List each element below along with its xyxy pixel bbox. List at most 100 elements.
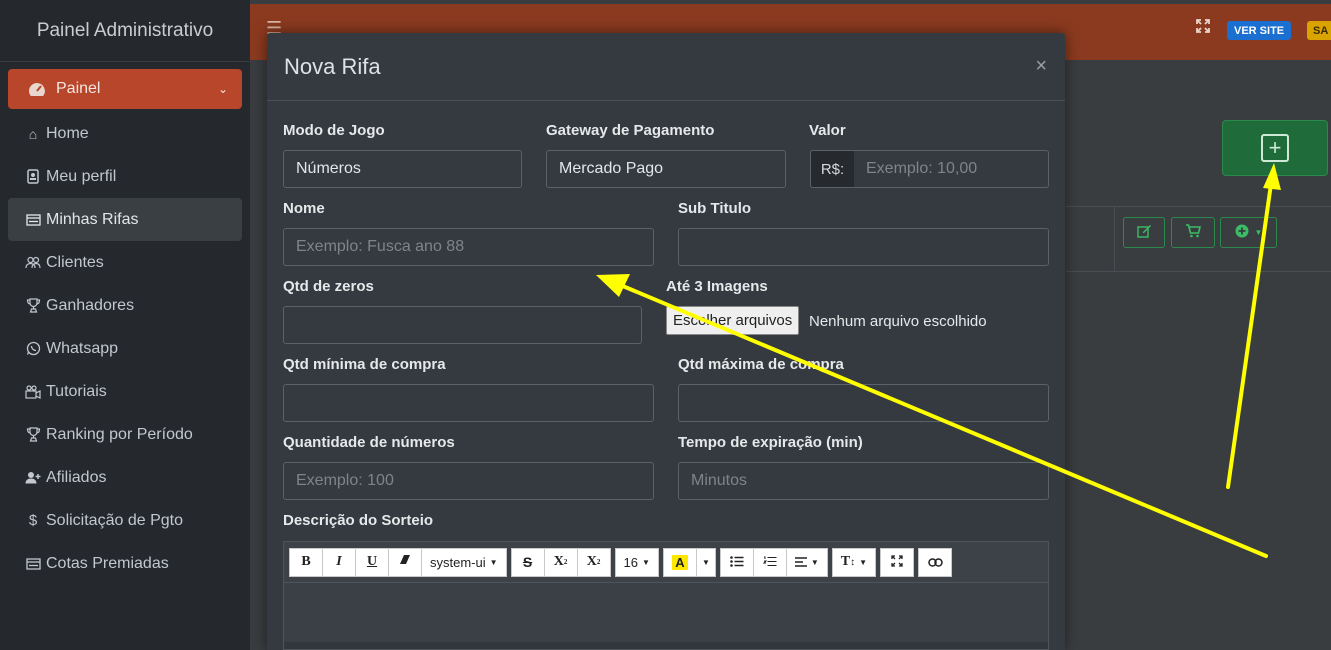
qtd-maxima-input[interactable] <box>678 384 1049 422</box>
sidebar-item-ganhadores[interactable]: Ganhadores <box>8 284 242 327</box>
caret-down-icon: ▼ <box>489 557 498 567</box>
view-group <box>880 547 915 577</box>
user-plus-icon <box>24 471 42 484</box>
sidebar-item-whatsapp[interactable]: Whatsapp <box>8 327 242 370</box>
sub-titulo-input[interactable] <box>678 228 1049 266</box>
tempo-expiracao-input[interactable]: Minutos <box>678 462 1049 500</box>
rich-text-editor: B I U system-ui ▼ S X2 X2 16 ▼ A ▼ ▼ T ↕… <box>283 541 1049 650</box>
font-size-dropdown[interactable]: 16 ▼ <box>614 547 659 577</box>
sidebar-item-label: Cotas Premiadas <box>46 554 169 572</box>
sidebar-item-cotas-premiadas[interactable]: Cotas Premiadas <box>8 542 242 585</box>
file-status-text: Nenhum arquivo escolhido <box>809 313 987 330</box>
superscript-mark: 2 <box>563 558 568 566</box>
gateway-select[interactable]: Mercado Pago <box>546 150 786 188</box>
ver-site-button[interactable]: VER SITE <box>1227 21 1292 40</box>
qtd-minima-label: Qtd mínima de compra <box>283 356 446 373</box>
chevron-down-icon: ⌄ <box>217 82 228 96</box>
editor-resize-bar[interactable] <box>284 642 1048 649</box>
sidebar-item-label: Afiliados <box>46 468 107 486</box>
caret-down-icon: ▼ <box>701 557 710 567</box>
valor-input[interactable]: Exemplo: 10,00 <box>854 150 1049 188</box>
modo-de-jogo-select[interactable]: Números <box>283 150 522 188</box>
nome-input[interactable]: Exemplo: Fusca ano 88 <box>283 228 654 266</box>
size-group: 16 ▼ <box>614 547 659 577</box>
modo-de-jogo-label: Modo de Jogo <box>283 122 385 139</box>
modal-title: Nova Rifa <box>284 53 381 79</box>
line-height-dropdown[interactable]: T ↕ ▼ <box>831 547 877 577</box>
sidebar-item-label: Tutoriais <box>46 382 107 400</box>
sidebar-item-label: Meu perfil <box>46 167 117 185</box>
sidebar-item-tutoriais[interactable]: Tutoriais <box>8 370 242 413</box>
highlight-color-button[interactable]: A <box>662 547 697 577</box>
sa-button[interactable]: SA <box>1307 21 1331 40</box>
italic-button[interactable]: I <box>322 547 356 577</box>
sidebar-item-painel[interactable]: Painel ⌄ <box>8 69 242 109</box>
align-dropdown[interactable]: ▼ <box>785 547 828 577</box>
insert-link-button[interactable] <box>918 547 953 577</box>
sidebar-item-home[interactable]: ⌂ Home <box>8 112 242 155</box>
ordered-list-button[interactable] <box>752 547 787 577</box>
unordered-list-button[interactable] <box>719 547 754 577</box>
edit-button[interactable] <box>1123 217 1165 248</box>
superscript-label: X <box>553 554 564 569</box>
fullscreen-icon[interactable] <box>1196 19 1210 38</box>
sidebar-nav: Painel ⌄ ⌂ Home Meu perfil Minhas Rifas … <box>0 62 250 592</box>
sidebar: Painel Administrativo Painel ⌄ ⌂ Home Me… <box>0 0 250 650</box>
font-family-value: system-ui <box>430 554 486 570</box>
choose-files-button[interactable]: Escolher arquivos <box>666 306 800 335</box>
nome-label: Nome <box>283 200 325 217</box>
underline-button[interactable]: U <box>355 547 389 577</box>
sidebar-item-label: Painel <box>56 80 101 97</box>
font-family-dropdown[interactable]: system-ui ▼ <box>421 547 507 577</box>
sidebar-item-label: Ranking por Período <box>46 425 193 443</box>
strikethrough-button[interactable]: S <box>510 547 545 577</box>
quantidade-numeros-input[interactable]: Exemplo: 100 <box>283 462 654 500</box>
fullscreen-button[interactable] <box>880 547 915 577</box>
valor-label: Valor <box>809 122 846 139</box>
whatsapp-icon <box>24 341 42 356</box>
sidebar-item-minhas-rifas[interactable]: Minhas Rifas <box>8 198 242 241</box>
sidebar-item-clientes[interactable]: Clientes <box>8 241 242 284</box>
list-ul-icon <box>730 555 744 570</box>
trophy-icon <box>24 298 42 313</box>
list-icon <box>24 213 42 226</box>
plus-square-icon: + <box>1261 134 1289 162</box>
tachometer-icon <box>26 81 48 97</box>
line-height-label: T <box>840 554 851 569</box>
superscript-button[interactable]: X2 <box>543 547 578 577</box>
link-icon <box>927 555 943 570</box>
sidebar-item-ranking[interactable]: Ranking por Período <box>8 413 242 456</box>
currency-addon: R$: <box>810 150 855 188</box>
highlight-label: A <box>672 554 688 570</box>
paragraph-group: ▼ <box>719 547 828 577</box>
sidebar-item-solicitacao-pgto[interactable]: $ Solicitação de Pgto <box>8 499 242 542</box>
sidebar-item-meu-perfil[interactable]: Meu perfil <box>8 155 242 198</box>
brand-title: Painel Administrativo <box>0 0 250 62</box>
script-group: S X2 X2 <box>510 547 611 577</box>
cart-button[interactable] <box>1171 217 1215 248</box>
sidebar-item-afiliados[interactable]: Afiliados <box>8 456 242 499</box>
color-dropdown[interactable]: ▼ <box>695 547 716 577</box>
imagens-label: Até 3 Imagens <box>666 278 768 295</box>
format-group: B I U system-ui ▼ <box>289 547 507 577</box>
close-icon[interactable]: × <box>1035 55 1048 78</box>
clear-format-button[interactable] <box>388 547 422 577</box>
font-size-value: 16 <box>623 554 639 570</box>
qtd-maxima-label: Qtd máxima de compra <box>678 356 844 373</box>
bold-button[interactable]: B <box>289 547 323 577</box>
eraser-icon <box>399 554 411 570</box>
subscript-mark: 2 <box>596 558 601 566</box>
caret-down-icon: ▼ <box>810 557 819 567</box>
plus-circle-icon <box>1235 224 1249 241</box>
subscript-button[interactable]: X2 <box>576 547 611 577</box>
line-height-icon: ↕ <box>850 556 856 568</box>
id-badge-icon <box>24 169 42 184</box>
editor-content-area[interactable] <box>284 582 1048 642</box>
qtd-minima-input[interactable] <box>283 384 654 422</box>
add-rifa-button[interactable]: + <box>1222 120 1328 176</box>
qtd-zeros-input[interactable] <box>283 306 642 344</box>
sidebar-item-label: Minhas Rifas <box>46 210 139 228</box>
sidebar-item-label: Whatsapp <box>46 339 119 357</box>
add-options-dropdown[interactable]: ▼ <box>1220 217 1277 248</box>
video-icon <box>24 384 42 399</box>
